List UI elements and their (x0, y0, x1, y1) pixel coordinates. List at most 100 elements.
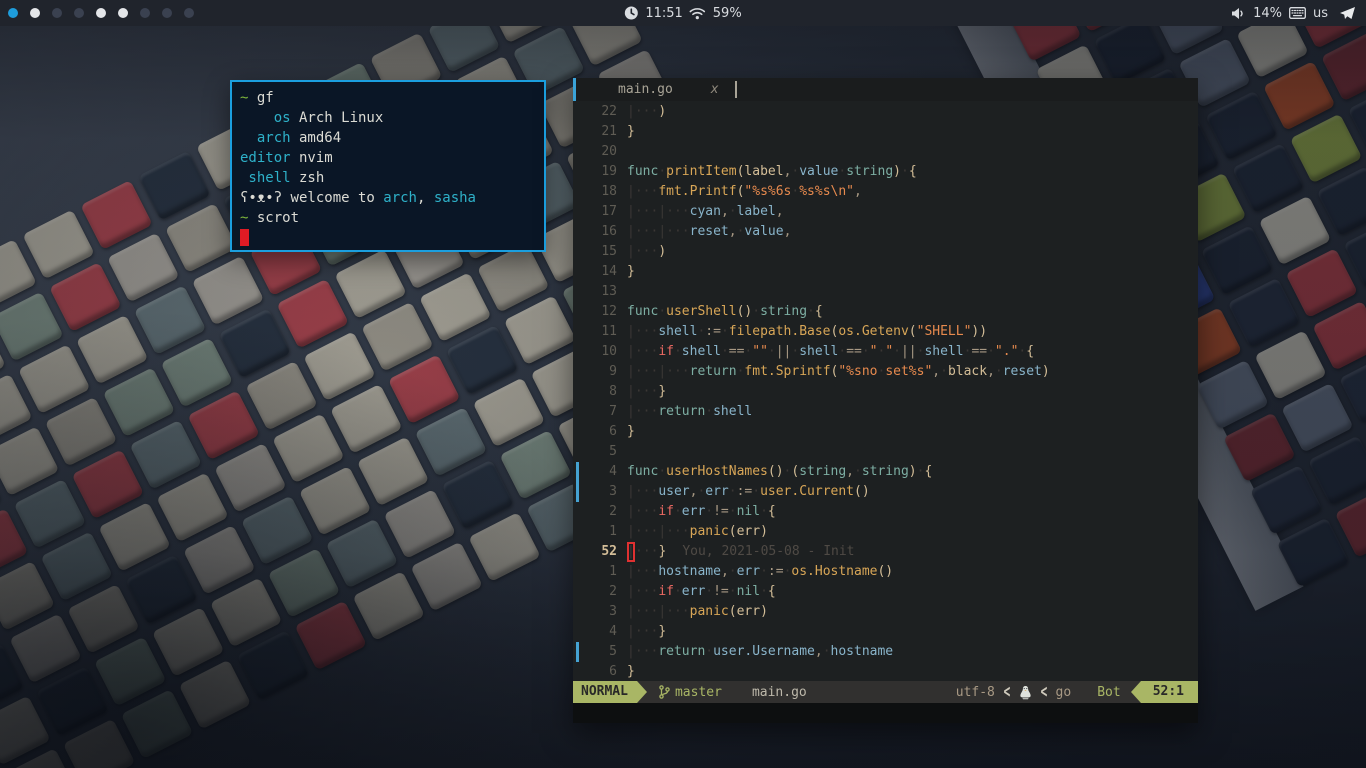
code-line[interactable]: 13 (573, 282, 1198, 302)
code-line[interactable]: 5 (573, 442, 1198, 462)
code-line[interactable]: 5|···return·user.Username,·hostname (573, 642, 1198, 662)
keyboard-layout-icon[interactable] (1289, 7, 1306, 19)
code-line[interactable]: 2|···if·err·!=·nil·{ (573, 582, 1198, 602)
tab-main-go[interactable]: main.go (618, 82, 673, 97)
code-text: |···shell·:=·filepath.Base(os.Getenv("SH… (627, 322, 987, 342)
syntax-token: { (768, 584, 776, 599)
syntax-token: |··· (627, 624, 658, 639)
code-text: |···}You, 2021-05-08 - Init (627, 542, 855, 562)
workspace-dot-active[interactable] (8, 8, 18, 18)
workspace-dot-empty[interactable] (162, 8, 172, 18)
terminal-line: os Arch Linux (240, 108, 536, 128)
code-line[interactable]: 6} (573, 662, 1198, 682)
code-line[interactable]: 11|···shell·:=·filepath.Base(os.Getenv("… (573, 322, 1198, 342)
sign-column (573, 662, 581, 682)
syntax-token: black (948, 364, 987, 379)
syntax-token: "SHELL" (917, 324, 972, 339)
terminal-line: ~ scrot (240, 208, 536, 228)
syntax-token: { (815, 304, 823, 319)
code-line[interactable]: 2|···if·err·!=·nil·{ (573, 502, 1198, 522)
keyboard-layout-label[interactable]: us (1313, 6, 1328, 21)
statusbar-center-group: 11:51 59% (624, 6, 741, 21)
syntax-token: user (658, 484, 689, 499)
code-line[interactable]: 52|···}You, 2021-05-08 - Init (573, 542, 1198, 562)
code-line[interactable]: 18|···fmt.Printf("%s%6s·%s%s\n", (573, 182, 1198, 202)
code-line[interactable]: 22|···) (573, 102, 1198, 122)
terminal-line (240, 228, 536, 248)
syntax-token: err (682, 584, 705, 599)
syntax-token: · (721, 344, 729, 359)
syntax-token: |··· (627, 644, 658, 659)
syntax-token: · (760, 584, 768, 599)
code-line[interactable]: 3|···|···panic(err) (573, 602, 1198, 622)
syntax-token: · (807, 304, 815, 319)
status-bar: 11:51 59% 14% us (0, 0, 1366, 26)
workspace-dot-occupied[interactable] (118, 8, 128, 18)
syntax-token: |··· (658, 204, 689, 219)
code-line[interactable]: 17|···|···cyan,·label, (573, 202, 1198, 222)
terminal-text: ʕ•ᴥ•ʔ welcome to (240, 190, 383, 206)
code-line[interactable]: 1|···|···panic(err) (573, 522, 1198, 542)
git-change-sign (573, 642, 581, 662)
code-line[interactable]: 1|···hostname,·err·:=·os.Hostname() (573, 562, 1198, 582)
wifi-icon[interactable] (690, 7, 706, 20)
command-line[interactable] (573, 703, 1198, 723)
code-text: } (627, 422, 635, 442)
code-line[interactable]: 3|···user,·err·:=·user.Current() (573, 482, 1198, 502)
workspace-dot-occupied[interactable] (30, 8, 40, 18)
line-number: 12 (581, 302, 617, 322)
code-text: |···return·shell (627, 402, 752, 422)
code-line[interactable]: 6} (573, 422, 1198, 442)
code-line[interactable]: 7|···return·shell (573, 402, 1198, 422)
workspace-dot-empty[interactable] (74, 8, 84, 18)
syntax-token: filepath.Base (729, 324, 831, 339)
code-line[interactable]: 14} (573, 262, 1198, 282)
line-number: 5 (581, 442, 617, 462)
syntax-token: () (854, 484, 870, 499)
workspace-dot-empty[interactable] (184, 8, 194, 18)
code-line[interactable]: 8|···} (573, 382, 1198, 402)
syntax-token: user.Current (760, 484, 854, 499)
syntax-token: · (862, 344, 870, 359)
code-line[interactable]: 4|···} (573, 622, 1198, 642)
syntax-token: } (658, 624, 666, 639)
code-line[interactable]: 4func·userHostNames()·(string,·string)·{ (573, 462, 1198, 482)
code-line[interactable]: 21} (573, 122, 1198, 142)
neovim-window[interactable]: main.go x 22|···)21}2019func·printItem(l… (573, 78, 1198, 723)
code-line[interactable]: 12func·userShell()·string·{ (573, 302, 1198, 322)
syntax-token: |··· (627, 324, 658, 339)
syntax-token: panic (690, 524, 729, 539)
tab-close-icon[interactable]: x (711, 82, 719, 97)
syntax-token: · (721, 324, 729, 339)
code-line[interactable]: 19func·printItem(label,·value·string)·{ (573, 162, 1198, 182)
volume-icon[interactable] (1231, 7, 1246, 20)
syntax-token: |··· (658, 604, 689, 619)
code-line[interactable]: 16|···|···reset,·value, (573, 222, 1198, 242)
git-branch-name[interactable]: master (675, 685, 722, 700)
code-buffer[interactable]: 22|···)21}2019func·printItem(label,·valu… (573, 101, 1198, 681)
code-line[interactable]: 10|···if·shell·==·""·||·shell·==·"·"·||·… (573, 342, 1198, 362)
workspace-dot-empty[interactable] (52, 8, 62, 18)
syntax-token: · (752, 484, 760, 499)
sign-column (573, 622, 581, 642)
chevron-left-icon: < (1040, 681, 1047, 703)
syntax-token: · (893, 344, 901, 359)
code-line[interactable]: 9|···|···return·fmt.Sprintf("%sno·set%s"… (573, 362, 1198, 382)
clock-time: 11:51 (645, 6, 682, 21)
terminal-window[interactable]: ~ gf os Arch Linux arch amd64editor nvim… (230, 80, 546, 252)
syntax-token: string (846, 164, 893, 179)
code-line[interactable]: 20 (573, 142, 1198, 162)
workspace-dot-occupied[interactable] (96, 8, 106, 18)
telegram-tray-icon[interactable] (1339, 6, 1356, 21)
syntax-token: if (658, 504, 674, 519)
code-text: |···} (627, 622, 666, 642)
syntax-token: := (737, 484, 753, 499)
code-line[interactable]: 15|···) (573, 242, 1198, 262)
workspace-dot-empty[interactable] (140, 8, 150, 18)
syntax-token: == (729, 344, 745, 359)
syntax-token: err (737, 604, 760, 619)
terminal-line: ʕ•ᴥ•ʔ welcome to arch, sasha (240, 188, 536, 208)
line-number: 3 (581, 602, 617, 622)
syntax-token: · (838, 164, 846, 179)
syntax-token: |··· (658, 224, 689, 239)
